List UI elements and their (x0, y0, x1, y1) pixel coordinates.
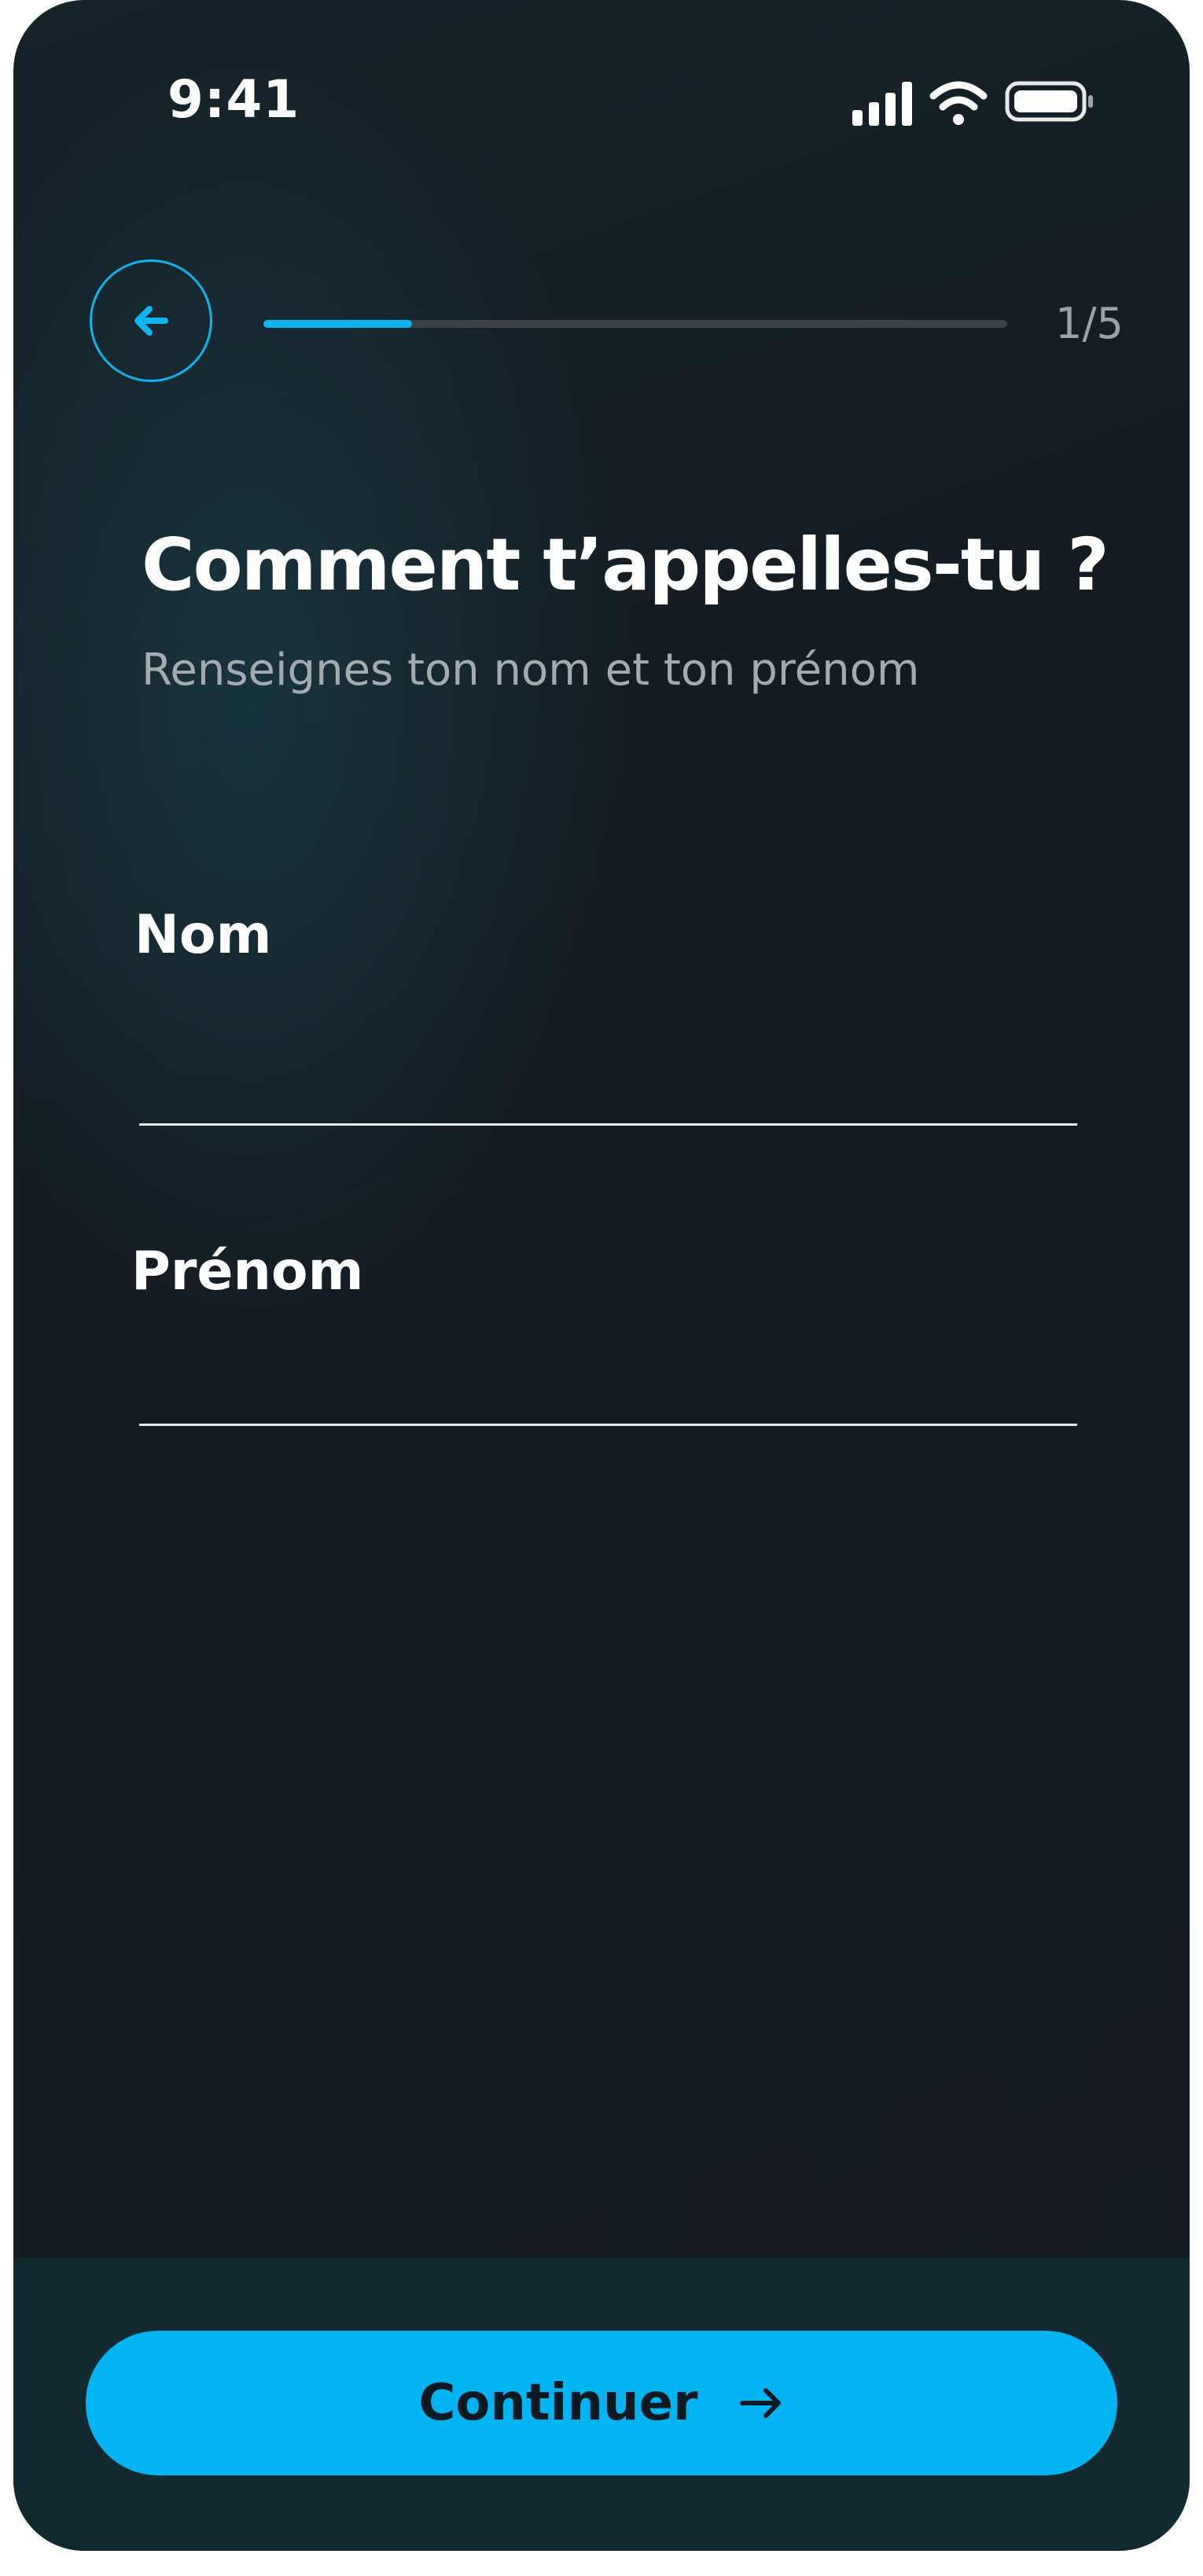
last-name-input[interactable] (139, 1055, 1077, 1126)
first-name-label: Prénom (131, 1240, 364, 1303)
last-name-label: Nom (134, 904, 272, 966)
cellular-signal-icon (852, 82, 912, 126)
page-title: Comment t’appelles-tu ? (142, 523, 1109, 607)
wifi-icon (929, 81, 988, 125)
battery-icon (1005, 81, 1093, 122)
footer: Continuer (13, 2258, 1190, 2551)
continue-button[interactable]: Continuer (86, 2331, 1117, 2475)
arrow-left-icon (134, 306, 168, 336)
phone-screen: 9:41 1/5 Comment t’appelles-tu ? Renseig… (13, 0, 1190, 2551)
status-time: 9:41 (167, 69, 300, 130)
page-subtitle: Renseignes ton nom et ton prénom (142, 645, 920, 696)
back-button[interactable] (90, 259, 212, 382)
continue-label: Continuer (418, 2374, 698, 2432)
progress-count: 1/5 (1055, 299, 1124, 348)
first-name-input[interactable] (139, 1355, 1077, 1426)
progress-bar (263, 320, 1007, 328)
progress-bar-fill (263, 320, 413, 328)
arrow-right-icon (739, 2388, 781, 2418)
status-icons (852, 81, 1093, 126)
